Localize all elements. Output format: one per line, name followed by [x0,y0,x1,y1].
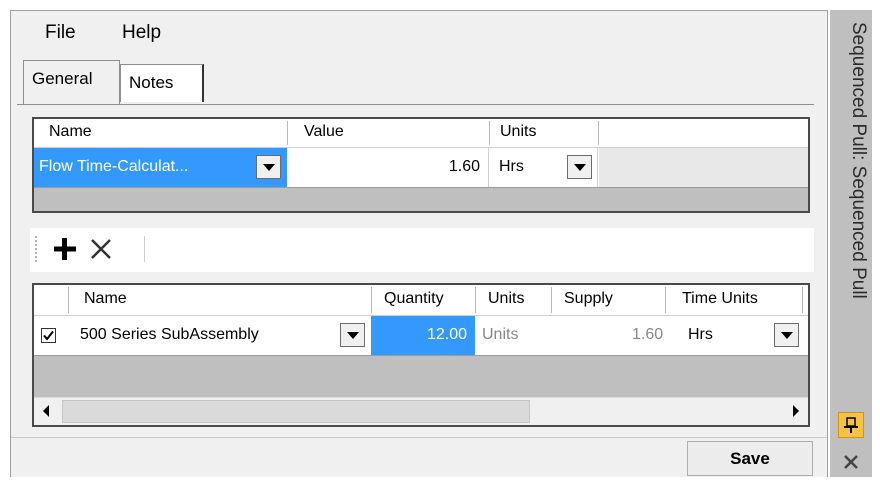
item-units: Units [482,326,519,343]
header-units[interactable]: Units [488,290,524,308]
column-divider [551,287,552,313]
column-divider [489,121,490,145]
scroll-left-button[interactable] [34,398,60,424]
items-toolbar [30,228,814,272]
tab-notes-label: Notes [129,73,174,92]
property-name: Flow Time-Calculat... [39,158,189,175]
header-value[interactable]: Value [304,123,344,141]
arrow-left-icon [43,405,49,417]
column-divider [665,287,666,313]
menu-file[interactable]: File [45,22,76,44]
property-value: 1.60 [448,158,480,175]
save-button[interactable]: Save [687,441,813,476]
header-time-units[interactable]: Time Units [682,290,758,308]
item-quantity-cell[interactable]: 12.00 [371,316,475,355]
chevron-down-icon [347,332,359,339]
grid-empty-area [34,355,808,397]
close-icon[interactable] [86,234,116,264]
side-panel-title[interactable]: Sequenced Pull: Sequenced Pull [833,22,869,392]
row-checkbox[interactable] [41,328,56,343]
property-name-cell[interactable]: Flow Time-Calculat... [34,148,287,187]
scroll-right-button[interactable] [782,398,808,424]
chevron-down-icon [574,164,586,171]
header-name[interactable]: Name [84,290,127,308]
grid-empty-area [34,187,808,211]
header-units[interactable]: Units [500,123,536,141]
item-name-dropdown[interactable] [340,323,365,347]
tab-general[interactable]: General [23,60,120,104]
pin-icon[interactable] [838,412,864,438]
column-divider [371,287,372,313]
column-divider [475,287,476,313]
column-divider [802,287,803,313]
menu-help[interactable]: Help [122,22,161,44]
property-row: Flow Time-Calculat... 1.60 Hrs [34,147,808,187]
scroll-thumb[interactable] [62,400,530,423]
item-name[interactable]: 500 Series SubAssembly [80,326,259,344]
arrow-right-icon [793,405,799,417]
item-quantity: 12.00 [426,326,467,343]
property-units: Hrs [499,158,524,175]
item-time-units[interactable]: Hrs [688,326,713,344]
table-row: 500 Series SubAssembly 12.00 Units 1.60 … [34,315,808,355]
item-time-units-dropdown[interactable] [774,323,799,347]
empty-cell [599,148,808,187]
check-icon [43,330,54,341]
property-units-dropdown[interactable] [567,155,592,179]
plus-icon[interactable] [50,234,80,264]
horizontal-scrollbar[interactable] [34,397,808,425]
tab-general-label: General [32,69,93,88]
header-quantity[interactable]: Quantity [384,290,444,308]
header-name[interactable]: Name [49,123,92,141]
chevron-down-icon [263,164,275,171]
items-grid: Name Quantity Units Supply Time Units 50… [32,283,810,427]
property-name-dropdown[interactable] [256,155,281,179]
properties-grid: Name Value Units Flow Time-Calculat... 1… [32,117,810,213]
tab-divider [17,104,814,105]
chevron-down-icon [781,332,793,339]
header-supply[interactable]: Supply [564,290,613,308]
property-units-cell[interactable]: Hrs [489,148,598,187]
column-divider [68,287,69,313]
close-icon[interactable] [840,451,862,473]
column-divider [598,121,599,145]
column-divider [287,121,288,145]
item-supply: 1.60 [632,326,664,343]
toolbar-separator [144,236,145,262]
property-value-cell[interactable]: 1.60 [287,148,489,187]
tab-notes[interactable]: Notes [120,64,204,102]
toolbar-grip[interactable] [35,236,38,262]
